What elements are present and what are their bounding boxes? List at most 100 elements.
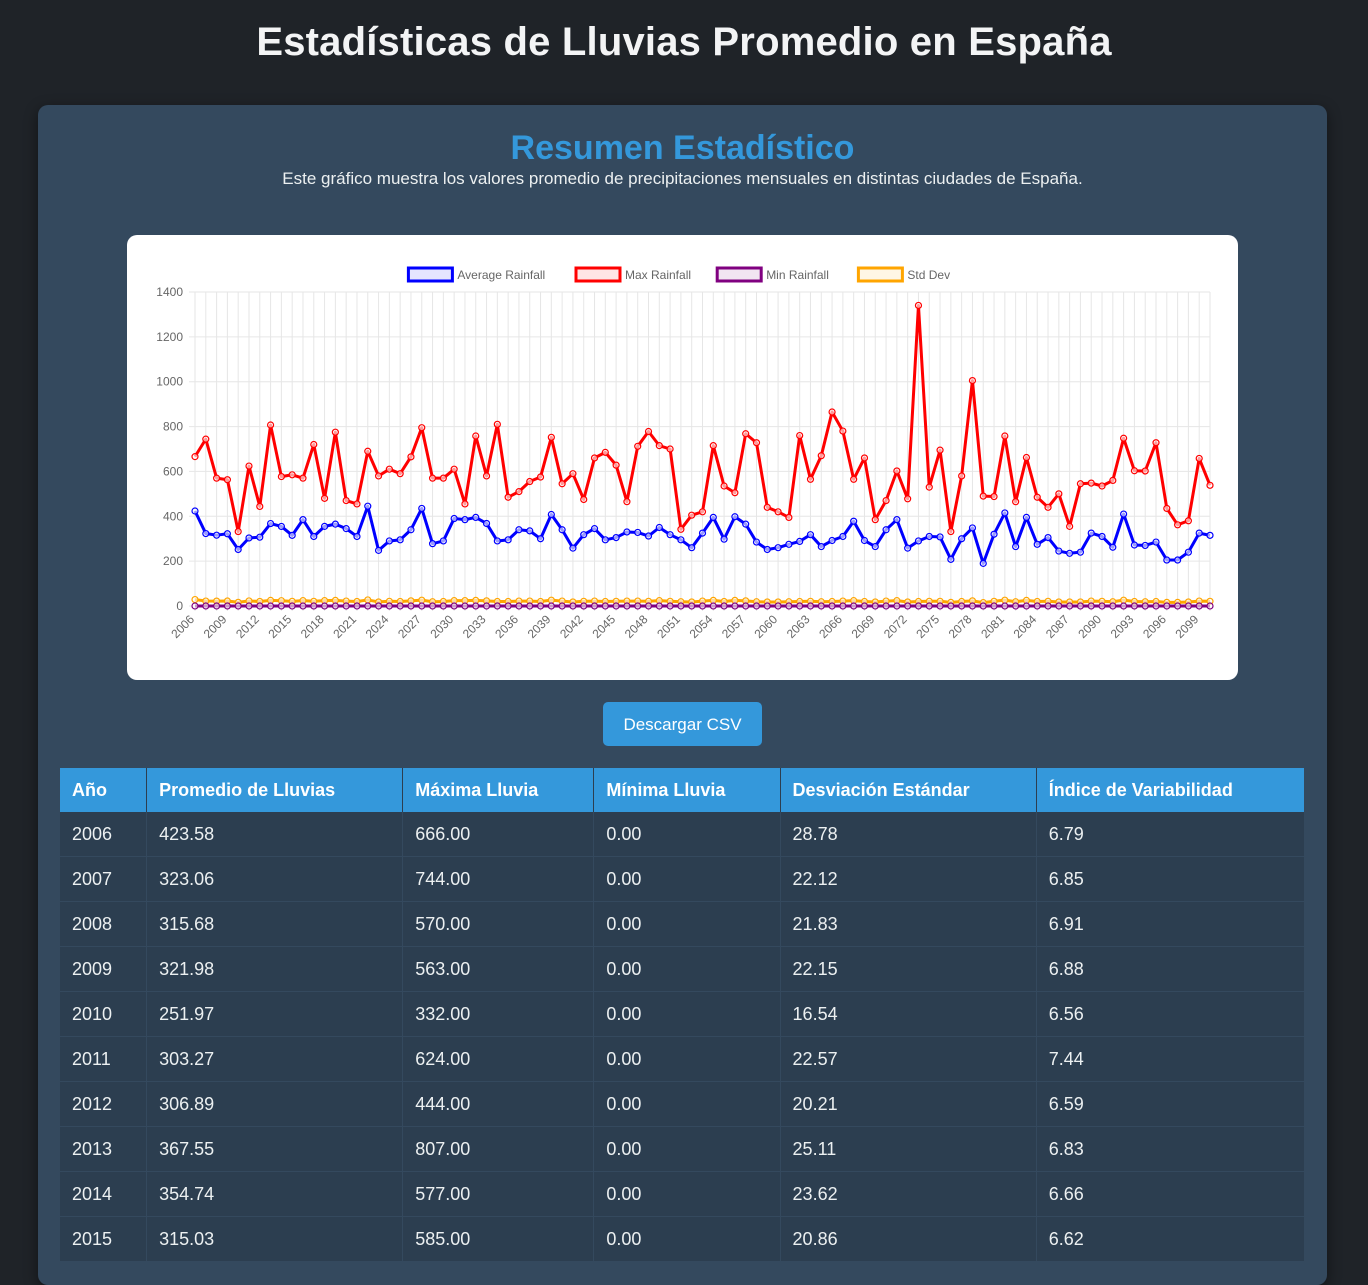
data-point (439, 602, 447, 610)
data-point (493, 602, 501, 610)
data-point (958, 535, 966, 543)
data-point (688, 602, 696, 610)
data-point (752, 538, 761, 546)
data-point (223, 602, 231, 610)
table-cell: 0.00 (593, 1126, 781, 1172)
data-point (698, 508, 707, 516)
data-point (493, 537, 501, 545)
data-point (774, 544, 782, 552)
data-point (1109, 602, 1117, 610)
data-point (504, 493, 512, 501)
table-cell: 6.83 (1036, 1126, 1304, 1172)
data-point (904, 544, 912, 552)
x-tick-label: 2084 (1011, 612, 1040, 641)
data-point (547, 510, 555, 519)
data-point (374, 472, 383, 480)
data-point (623, 498, 631, 506)
column-header[interactable]: Año (60, 768, 148, 812)
data-point (1076, 548, 1085, 556)
table-cell: 6.66 (1036, 1171, 1304, 1217)
data-point (536, 473, 545, 481)
data-point (202, 529, 210, 538)
column-header[interactable]: Mínima Lluvia (593, 768, 781, 812)
data-point (644, 602, 653, 610)
data-point (817, 542, 825, 551)
data-point (385, 465, 393, 473)
table-cell: 2013 (60, 1126, 148, 1172)
stats-panel: Resumen Estadístico Este gráfico muestra… (38, 105, 1327, 1285)
data-point (612, 533, 620, 542)
column-header[interactable]: Promedio de Lluvias (146, 768, 404, 812)
x-tick-label: 2075 (913, 612, 942, 641)
data-point (850, 517, 858, 525)
table-cell: 7.44 (1036, 1036, 1304, 1082)
data-point (709, 442, 717, 450)
data-point (763, 503, 771, 511)
table-row: 2014 354.74 577.00 0.00 23.62 6.66 (60, 1171, 1304, 1217)
data-point (623, 528, 631, 536)
data-point (1022, 453, 1031, 462)
table-cell: 0.00 (593, 946, 781, 992)
table-cell: 23.62 (780, 1171, 1037, 1217)
data-point (1195, 529, 1203, 537)
column-header[interactable]: Desviación Estándar (780, 768, 1037, 812)
table-header-row: Año Promedio de Lluvias Máxima Lluvia Mínim… (60, 768, 1304, 812)
x-tick-label: 2078 (946, 612, 975, 641)
data-point (1130, 541, 1139, 549)
data-point (407, 602, 415, 610)
data-point (590, 525, 599, 533)
data-point (1109, 543, 1117, 551)
data-point (958, 602, 966, 610)
column-header[interactable]: Máxima Lluvia (402, 768, 595, 812)
data-point (212, 602, 221, 610)
table-cell: 807.00 (402, 1126, 595, 1172)
data-point (1174, 556, 1182, 564)
data-point (871, 542, 879, 551)
x-tick-label: 2018 (298, 612, 327, 641)
x-tick-label: 2063 (784, 612, 813, 641)
data-point (860, 536, 869, 545)
chart-container: 0 200 400 600 800 1000 1200 1400 2006 2009 2012 201… (127, 235, 1238, 680)
column-header[interactable]: Índice de Variabilidad (1036, 768, 1304, 812)
data-point (1195, 454, 1203, 463)
data-point (1066, 549, 1074, 557)
table-row: 2011 303.27 624.00 0.00 22.57 7.44 (60, 1036, 1304, 1082)
table-cell: 6.59 (1036, 1081, 1304, 1127)
download-csv-button[interactable]: Descargar CSV (603, 702, 762, 746)
data-point (1087, 602, 1095, 610)
data-point (374, 546, 383, 554)
data-point (1109, 476, 1117, 484)
table-cell: 6.79 (1036, 812, 1304, 857)
data-point (547, 433, 555, 441)
data-point (1141, 467, 1149, 475)
data-point (720, 482, 728, 490)
data-point (396, 470, 404, 478)
data-point (968, 376, 977, 385)
table-cell: 315.03 (146, 1216, 404, 1262)
data-point (601, 448, 609, 456)
data-point (968, 602, 977, 610)
table-row: 2009 321.98 563.00 0.00 22.15 6.88 (60, 946, 1304, 992)
data-point (882, 496, 890, 505)
table-cell: 332.00 (402, 991, 595, 1037)
data-point (936, 533, 944, 541)
data-point (655, 442, 663, 450)
data-point (742, 430, 750, 438)
data-point (385, 537, 393, 545)
data-point (536, 602, 545, 610)
stats-table: Año Promedio de Lluvias Máxima Lluvia Mínim… (60, 768, 1304, 1262)
x-tick-label: 2087 (1043, 612, 1072, 641)
data-point (1012, 498, 1020, 506)
table-cell: 6.56 (1036, 991, 1304, 1037)
data-point (709, 602, 717, 610)
data-point (1001, 509, 1009, 517)
x-tick-label: 2042 (557, 612, 586, 641)
data-point (688, 511, 696, 519)
table-row: 2007 323.06 744.00 0.00 22.12 6.85 (60, 856, 1304, 902)
data-point (472, 602, 480, 610)
table-cell: 22.12 (780, 856, 1037, 902)
data-point (428, 474, 437, 482)
table-cell: 570.00 (402, 901, 595, 947)
data-point (904, 495, 912, 503)
table-cell: 0.00 (593, 1036, 781, 1082)
